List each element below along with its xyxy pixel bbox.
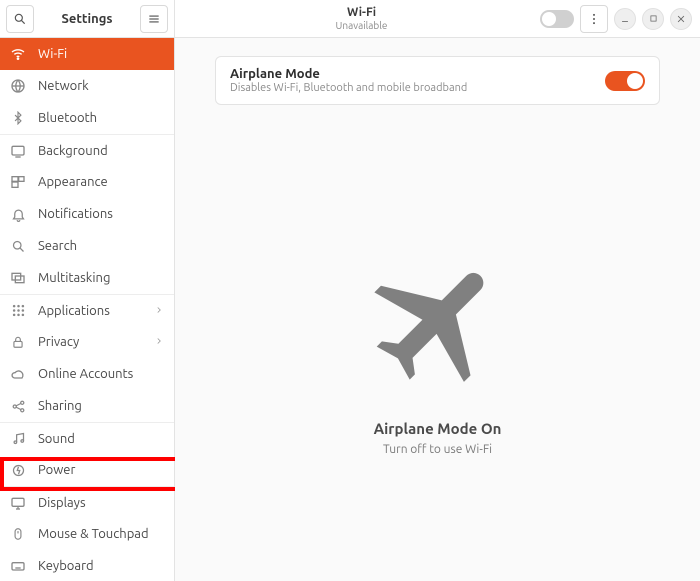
- sidebar-item-keyboard[interactable]: Keyboard: [0, 550, 174, 581]
- sidebar-item-displays[interactable]: Displays: [0, 486, 174, 518]
- power-icon: [10, 462, 26, 478]
- share-icon: [10, 398, 26, 414]
- maximize-button[interactable]: [642, 8, 664, 30]
- sidebar-item-label: Keyboard: [38, 559, 164, 573]
- sidebar-item-appearance[interactable]: Appearance: [0, 166, 174, 198]
- background-icon: [10, 143, 26, 159]
- sidebar-item-label: Multitasking: [38, 271, 164, 285]
- sidebar-title: Settings: [34, 12, 140, 26]
- cloud-icon: [10, 366, 26, 382]
- network-icon: [10, 78, 26, 94]
- multitasking-icon: [10, 270, 26, 286]
- sidebar-item-wifi[interactable]: Wi-Fi: [0, 38, 174, 70]
- music-icon: [10, 431, 26, 447]
- kebab-menu-button[interactable]: [580, 5, 608, 33]
- bell-icon: [10, 206, 26, 222]
- sidebar-header: Settings: [0, 0, 174, 38]
- sidebar-item-label: Bluetooth: [38, 111, 164, 125]
- sidebar-item-label: Sharing: [38, 399, 164, 413]
- sidebar-item-online-accounts[interactable]: Online Accounts: [0, 358, 174, 390]
- search-icon: [10, 238, 26, 254]
- main-pane: Wi-Fi Unavailable: [175, 0, 700, 581]
- card-title: Airplane Mode: [230, 67, 605, 81]
- sidebar-item-label: Background: [38, 144, 164, 158]
- sidebar-item-label: Online Accounts: [38, 367, 164, 381]
- airplane-mode-card: Airplane Mode Disables Wi-Fi, Bluetooth …: [215, 56, 660, 105]
- sidebar-item-label: Notifications: [38, 207, 164, 221]
- wifi-icon: [10, 46, 26, 62]
- airplane-icon: [358, 243, 518, 406]
- sidebar-item-label: Network: [38, 79, 164, 93]
- empty-subtitle: Turn off to use Wi-Fi: [383, 443, 492, 456]
- sidebar: Settings Wi-Fi Network Bluetooth Backgro…: [0, 0, 175, 581]
- sidebar-item-label: Appearance: [38, 175, 164, 189]
- page-title: Wi-Fi: [183, 6, 540, 19]
- maximize-icon: [649, 14, 658, 23]
- chevron-right-icon: [154, 304, 164, 318]
- empty-title: Airplane Mode On: [374, 420, 502, 437]
- appearance-icon: [10, 174, 26, 190]
- menu-button[interactable]: [140, 5, 168, 33]
- airplane-mode-toggle[interactable]: [605, 71, 645, 91]
- sidebar-item-label: Privacy: [38, 335, 142, 349]
- sidebar-item-sharing[interactable]: Sharing: [0, 390, 174, 422]
- sidebar-item-label: Search: [38, 239, 164, 253]
- sidebar-item-label: Sound: [38, 432, 164, 446]
- sidebar-item-label: Mouse & Touchpad: [38, 527, 164, 541]
- kebab-icon: [587, 12, 601, 26]
- minimize-button[interactable]: [614, 8, 636, 30]
- display-icon: [10, 495, 26, 511]
- main-header: Wi-Fi Unavailable: [175, 0, 700, 38]
- sidebar-item-label: Power: [38, 463, 164, 477]
- mouse-icon: [10, 526, 26, 542]
- wifi-toggle[interactable]: [540, 10, 574, 28]
- sidebar-item-mouse[interactable]: Mouse & Touchpad: [0, 518, 174, 550]
- card-subtitle: Disables Wi-Fi, Bluetooth and mobile bro…: [230, 82, 605, 94]
- sidebar-item-multitasking[interactable]: Multitasking: [0, 262, 174, 294]
- search-button[interactable]: [6, 5, 34, 33]
- sidebar-item-label: Wi-Fi: [38, 47, 164, 61]
- sidebar-item-applications[interactable]: Applications: [0, 294, 174, 326]
- sidebar-item-label: Applications: [38, 304, 142, 318]
- sidebar-item-privacy[interactable]: Privacy: [0, 326, 174, 358]
- sidebar-item-label: Displays: [38, 496, 164, 510]
- main-body: Airplane Mode Disables Wi-Fi, Bluetooth …: [175, 38, 700, 581]
- sidebar-item-bluetooth[interactable]: Bluetooth: [0, 102, 174, 134]
- lock-icon: [10, 334, 26, 350]
- sidebar-list: Wi-Fi Network Bluetooth Background Appea…: [0, 38, 174, 581]
- sidebar-item-sound[interactable]: Sound: [0, 422, 174, 454]
- minimize-icon: [620, 14, 630, 24]
- page-subtitle: Unavailable: [183, 20, 540, 31]
- keyboard-icon: [10, 558, 26, 574]
- close-icon: [676, 14, 686, 24]
- empty-state: Airplane Mode On Turn off to use Wi-Fi: [358, 135, 518, 563]
- sidebar-item-background[interactable]: Background: [0, 134, 174, 166]
- sidebar-item-notifications[interactable]: Notifications: [0, 198, 174, 230]
- sidebar-item-search[interactable]: Search: [0, 230, 174, 262]
- search-icon: [13, 12, 27, 26]
- chevron-right-icon: [154, 335, 164, 349]
- bluetooth-icon: [10, 110, 26, 126]
- close-button[interactable]: [670, 8, 692, 30]
- hamburger-icon: [147, 12, 161, 26]
- sidebar-item-power[interactable]: Power: [0, 454, 174, 486]
- sidebar-item-network[interactable]: Network: [0, 70, 174, 102]
- applications-icon: [10, 303, 26, 319]
